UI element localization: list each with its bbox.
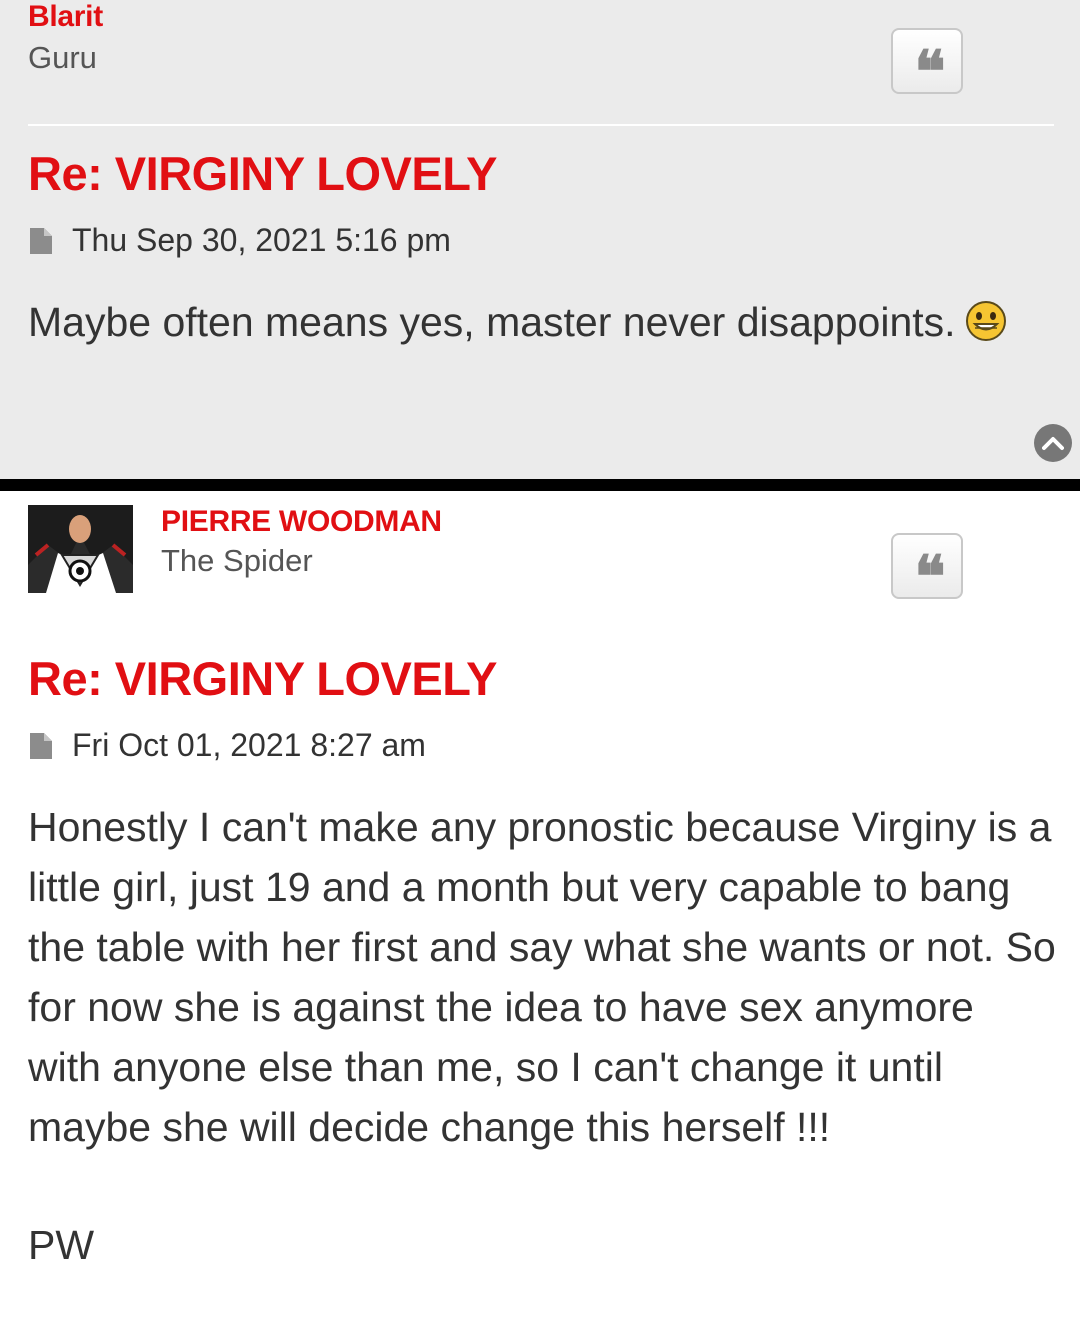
- post-author[interactable]: PIERRE WOODMAN: [161, 505, 442, 539]
- post-title[interactable]: Re: VIRGINY LOVELY: [28, 651, 497, 706]
- post-content: Maybe often means yes, master never disa…: [28, 292, 1058, 352]
- file-icon[interactable]: [28, 731, 54, 761]
- author-rank: Guru: [28, 40, 97, 75]
- post-author[interactable]: Blarit: [28, 0, 103, 34]
- post-content: Honestly I can't make any pronostic beca…: [28, 804, 1056, 1150]
- chevron-up-icon: [1042, 437, 1064, 450]
- post-date-text: Thu Sep 30, 2021 5:16 pm: [72, 222, 451, 258]
- post-divider: [28, 124, 1054, 126]
- post-date: Fri Oct 01, 2021 8:27 am: [28, 727, 426, 764]
- avatar[interactable]: [28, 505, 133, 593]
- avatar-image: [28, 505, 133, 593]
- post-1: Blarit Guru ❝ Re: VIRGINY LOVELY Thu Sep…: [0, 0, 1080, 479]
- back-to-top-button[interactable]: [1034, 424, 1072, 462]
- quote-button[interactable]: ❝: [891, 28, 963, 101]
- post-date: Thu Sep 30, 2021 5:16 pm: [28, 222, 451, 259]
- post-date-text: Fri Oct 01, 2021 8:27 am: [72, 727, 426, 763]
- post-separator: [0, 479, 1080, 491]
- post-content-text: Maybe often means yes, master never disa…: [28, 299, 956, 345]
- quote-icon: ❝: [914, 38, 945, 106]
- author-rank: The Spider: [161, 543, 313, 578]
- post-2: PIERRE WOODMAN The Spider ❝ Re: VIRGINY …: [0, 491, 1080, 1324]
- quote-icon: ❝: [914, 543, 945, 611]
- file-icon[interactable]: [28, 226, 54, 256]
- quote-button[interactable]: ❝: [891, 533, 963, 606]
- smiling-face-icon: [965, 301, 1006, 342]
- post-signature: PW: [28, 1222, 95, 1268]
- post-title[interactable]: Re: VIRGINY LOVELY: [28, 146, 497, 201]
